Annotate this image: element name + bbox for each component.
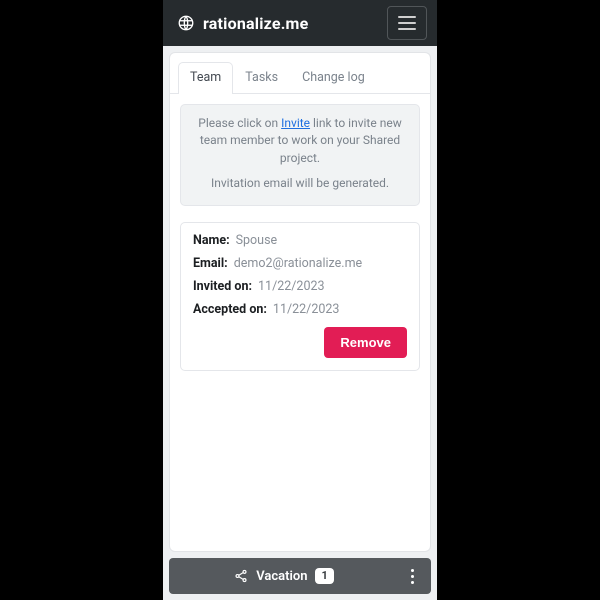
tab-team[interactable]: Team <box>178 62 233 94</box>
tab-changelog[interactable]: Change log <box>290 62 377 94</box>
value-name: Spouse <box>236 233 278 248</box>
more-options-button[interactable] <box>399 562 425 590</box>
project-name: Vacation <box>256 569 307 584</box>
label-name: Name: <box>193 233 230 248</box>
value-email: demo2@rationalize.me <box>234 256 362 271</box>
brain-icon <box>177 14 195 32</box>
label-email: Email: <box>193 256 228 271</box>
brand[interactable]: rationalize.me <box>177 14 308 33</box>
tab-bar: Team Tasks Change log <box>170 53 430 94</box>
project-count-badge: 1 <box>315 568 333 584</box>
invite-notice: Please click on Invite link to invite ne… <box>180 104 420 206</box>
kebab-icon <box>411 575 414 578</box>
content-card: Team Tasks Change log Please click on In… <box>169 52 431 552</box>
label-accepted: Accepted on: <box>193 302 267 317</box>
app-viewport: rationalize.me Team Tasks Change log Ple… <box>163 0 437 600</box>
main-area: Team Tasks Change log Please click on In… <box>163 46 437 558</box>
share-icon <box>234 569 248 583</box>
brand-text: rationalize.me <box>203 14 308 33</box>
navbar: rationalize.me <box>163 0 437 46</box>
team-member-card: Name: Spouse Email: demo2@rationalize.me… <box>180 222 420 371</box>
tab-tasks[interactable]: Tasks <box>233 62 290 94</box>
bottom-bar: Vacation 1 <box>169 558 431 594</box>
invite-link[interactable]: Invite <box>281 116 310 130</box>
value-invited: 11/22/2023 <box>258 279 325 294</box>
project-selector[interactable]: Vacation 1 <box>169 568 399 584</box>
remove-button[interactable]: Remove <box>324 327 407 358</box>
tab-body-team: Please click on Invite link to invite ne… <box>170 94 430 551</box>
value-accepted: 11/22/2023 <box>273 302 340 317</box>
hamburger-icon <box>398 22 416 24</box>
notice-text-pre: Please click on <box>198 116 281 130</box>
notice-text-line2: Invitation email will be generated. <box>193 175 407 192</box>
label-invited: Invited on: <box>193 279 252 294</box>
menu-toggle-button[interactable] <box>387 6 427 40</box>
